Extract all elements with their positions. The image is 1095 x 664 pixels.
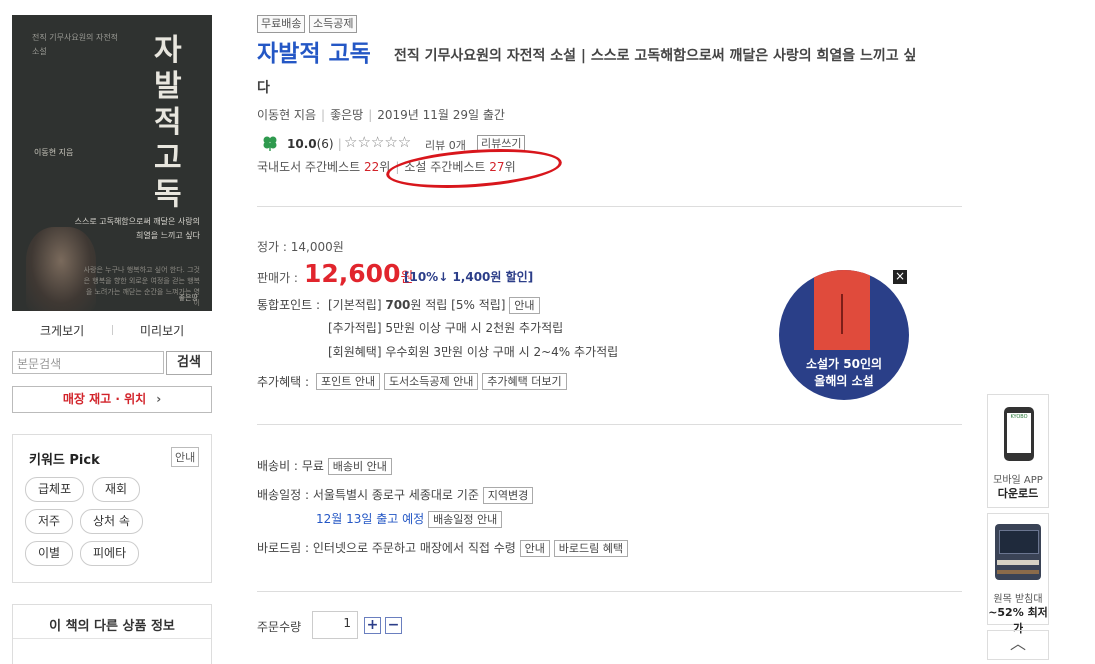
quantity-minus-button[interactable]: − [385, 617, 402, 634]
more-benefits-button[interactable]: 추가혜택 더보기 [482, 373, 567, 390]
keyword-chip[interactable]: 이별 [25, 541, 74, 566]
highlight-circle-annotation [384, 143, 564, 194]
domestic-best-label[interactable]: 국내도서 주간베스트 [257, 160, 364, 174]
rating-count: (6) [316, 137, 334, 151]
baro-benefit-button[interactable]: 바로드림 혜택 [553, 540, 628, 557]
badge-free-shipping: 무료배송 [257, 15, 306, 33]
baro-label: 바로드림 : [257, 541, 310, 555]
points-row: [기본적립] 700원 적립 [5% 적립] 안내 [328, 296, 540, 314]
keyword-chip[interactable]: 저주 [25, 509, 74, 534]
points-label: 통합포인트 : [257, 298, 321, 312]
book-subtitle-cont: 다 [257, 80, 270, 96]
view-large-link[interactable]: 크게보기 [40, 322, 84, 339]
promo-book-image [814, 270, 870, 350]
points-basic-rate: 원 적립 [5% 적립] [410, 298, 506, 312]
badge-tax-deduction: 소득공제 [309, 15, 358, 33]
cover-author: 이동현 지음 [34, 148, 74, 157]
shipping-schedule-value: 서울특별시 종로구 세종대로 기준 [312, 488, 479, 502]
shipping-fee-guide-button[interactable]: 배송비 안내 [327, 458, 392, 475]
other-product-info-box: 이 책의 다른 상품 정보 [12, 604, 212, 664]
keyword-pick-box: 키워드 Pick 안내 급체포 재회 저주 상처 속 이별 피에타 [12, 434, 212, 583]
domestic-best-rank: 22 [364, 160, 380, 174]
cover-tagline: 전직 기무사요원의 자전적 소설 [32, 33, 119, 56]
store-stock-label: 매장 재고 · 위치 [62, 392, 147, 406]
keyword-chip[interactable]: 상처 속 [80, 509, 143, 534]
rating-score: 10.0(6) | [287, 137, 342, 151]
pub-date: 2019년 11월 29일 출간 [377, 108, 505, 122]
book-subtitle: 전직 기무사요원의 자전적 소설 | 스스로 고독해함으로써 깨달은 사랑의 희… [394, 48, 917, 64]
close-icon[interactable]: × [893, 270, 907, 284]
ship-date: 12월 13일 출고 예정 [316, 512, 425, 526]
ship-date-row: 12월 13일 출고 예정 배송일정 안내 [316, 510, 503, 528]
shipping-fee-value: 무료 [301, 459, 324, 473]
quantity-input[interactable]: 1 [312, 611, 358, 639]
content-search-button[interactable]: 검색 [166, 351, 212, 375]
points-basic-text: [기본적립] [328, 298, 386, 312]
shipping-fee-title: 배송비 : [257, 459, 298, 473]
extra-benefit-buttons: 포인트 안내 도서소득공제 안내 추가혜택 더보기 [316, 373, 567, 390]
preview-link[interactable]: 미리보기 [140, 322, 184, 339]
desk-stand-image [995, 524, 1041, 580]
divider [257, 591, 962, 592]
book-cover-image[interactable]: 전직 기무사요원의 자전적 소설 자발적 고독 이동현 지음 스스로 고독해함으… [12, 15, 212, 311]
quantity-plus-button[interactable]: + [364, 617, 381, 634]
publisher-link[interactable]: 좋은땅 [330, 108, 363, 122]
keyword-chip[interactable]: 재회 [92, 477, 141, 502]
keyword-guide-button[interactable]: 안내 [171, 447, 200, 467]
desk-label-1: 원목 받침대 [993, 594, 1043, 605]
desk-stand-widget[interactable]: 원목 받침대 ~52% 최저가 [987, 513, 1049, 635]
chevron-right-icon: › [156, 392, 162, 406]
divider [112, 325, 113, 335]
store-stock-button[interactable]: 매장 재고 · 위치 › [12, 386, 212, 413]
keyword-chip[interactable]: 피에타 [80, 541, 140, 566]
baro-guide-button[interactable]: 안내 [519, 540, 550, 557]
points-extra-row: [추가적립] 5만원 이상 구매 시 2천원 추가적립 [328, 321, 564, 335]
mobile-phone-icon: KYOBO [1004, 407, 1034, 461]
promo-text: 소설가 50인의 올해의 소설 [779, 356, 909, 390]
author-link[interactable]: 이동현 지음 [257, 108, 316, 122]
sale-price-value: 12,600 [304, 259, 401, 288]
cover-publisher-mark: 좋은땅 [178, 294, 198, 302]
list-price: 정가 : 14,000원 [257, 240, 344, 254]
divider [13, 638, 211, 639]
extra-benefit-label: 추가혜택 : [257, 375, 310, 389]
other-product-title: 이 책의 다른 상품 정보 [49, 619, 175, 634]
shipping-schedule-label: 배송일정 : [257, 488, 310, 502]
divider [257, 424, 962, 425]
app-label-2: 다운로드 [997, 487, 1039, 500]
promo-text-line2: 올해의 소설 [814, 374, 874, 388]
points-guide-button[interactable]: 안내 [509, 297, 540, 314]
cover-title: 자발적 고독 [154, 33, 182, 212]
shipping-fee-label: 배송비 : 무료 배송비 안내 [257, 457, 392, 475]
quantity-label: 주문수량 [257, 620, 302, 634]
keyword-pick-title: 키워드 Pick [29, 453, 100, 468]
divider [257, 206, 962, 207]
star-rating-icon: ☆☆☆☆☆ [344, 133, 412, 151]
discount-info: [10%↓ 1,400원 할인] [404, 270, 534, 284]
app-screen-text: KYOBO [1007, 413, 1031, 453]
book-title: 자발적 고독 [257, 41, 371, 67]
scroll-top-icon[interactable]: ︿ [987, 630, 1049, 660]
points-member-row: [회원혜택] 우수회원 3만원 이상 구매 시 2~4% 추가적립 [328, 345, 619, 359]
sale-price: 12,600원 [304, 259, 413, 288]
content-search-input[interactable]: 본문검색 [12, 351, 164, 374]
point-guide-button[interactable]: 포인트 안내 [316, 373, 381, 390]
baro-value: 인터넷으로 주문하고 매장에서 직접 수령 [312, 541, 516, 555]
rating-value: 10.0 [287, 137, 317, 151]
mobile-app-widget[interactable]: KYOBO 모바일 APP 다운로드 [987, 394, 1049, 508]
clover-icon [263, 136, 277, 151]
sale-price-label: 판매가 : [257, 271, 298, 285]
promo-text-line1: 소설가 50인의 [805, 357, 883, 371]
promo-banner[interactable]: 소설가 50인의 올해의 소설 [779, 270, 909, 400]
book-meta: 이동현 지음 | 좋은땅 | 2019년 11월 29일 출간 [257, 108, 505, 122]
points-basic-amount: 700 [385, 298, 411, 312]
tax-deduction-guide-button[interactable]: 도서소득공제 안내 [383, 373, 479, 390]
shipping-schedule: 배송일정 : 서울특별시 종로구 세종대로 기준 지역변경 [257, 486, 534, 504]
app-label-1: 모바일 APP [993, 475, 1043, 486]
change-region-button[interactable]: 지역변경 [482, 487, 534, 504]
keyword-chip[interactable]: 급체포 [25, 477, 85, 502]
baro-pickup: 바로드림 : 인터넷으로 주문하고 매장에서 직접 수령 안내 바로드림 혜택 [257, 539, 628, 557]
ship-schedule-guide-button[interactable]: 배송일정 안내 [428, 511, 503, 528]
